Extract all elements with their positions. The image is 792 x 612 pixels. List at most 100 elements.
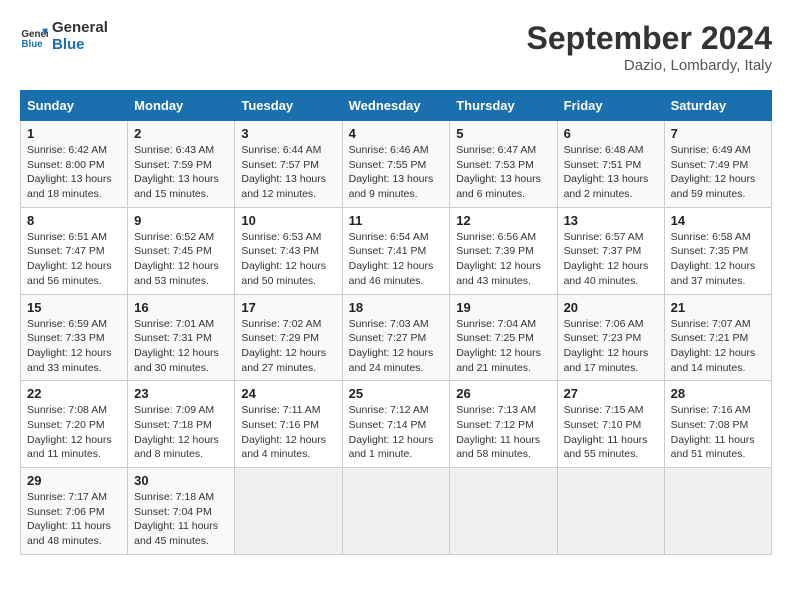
- title-block: September 2024 Dazio, Lombardy, Italy: [527, 20, 772, 74]
- day-number: 13: [564, 213, 658, 228]
- day-number: 10: [241, 213, 335, 228]
- logo-icon: General Blue: [20, 23, 48, 51]
- day-info: Sunrise: 6:58 AM Sunset: 7:35 PM Dayligh…: [671, 230, 765, 289]
- day-number: 5: [456, 126, 550, 141]
- day-info: Sunrise: 6:57 AM Sunset: 7:37 PM Dayligh…: [564, 230, 658, 289]
- day-number: 6: [564, 126, 658, 141]
- day-number: 8: [27, 213, 121, 228]
- day-number: 15: [27, 300, 121, 315]
- day-number: 7: [671, 126, 765, 141]
- day-info: Sunrise: 7:11 AM Sunset: 7:16 PM Dayligh…: [241, 403, 335, 462]
- calendar-body: 1 Sunrise: 6:42 AM Sunset: 8:00 PM Daylig…: [21, 121, 772, 555]
- calendar-week-4: 22Sunrise: 7:08 AM Sunset: 7:20 PM Dayli…: [21, 381, 772, 468]
- day-info: Sunrise: 6:47 AM Sunset: 7:53 PM Dayligh…: [456, 143, 550, 202]
- day-info: Sunrise: 6:43 AM Sunset: 7:59 PM Dayligh…: [134, 143, 228, 202]
- calendar-cell: 6 Sunrise: 6:48 AM Sunset: 7:51 PM Daylig…: [557, 121, 664, 208]
- day-info: Sunrise: 7:15 AM Sunset: 7:10 PM Dayligh…: [564, 403, 658, 462]
- calendar-cell: 2 Sunrise: 6:43 AM Sunset: 7:59 PM Daylig…: [128, 121, 235, 208]
- calendar-cell: 27 Sunrise: 7:15 AM Sunset: 7:10 PM Dayli…: [557, 381, 664, 468]
- day-info: Sunrise: 7:01 AM Sunset: 7:31 PM Dayligh…: [134, 317, 228, 376]
- calendar-week-5: 29 Sunrise: 7:17 AM Sunset: 7:06 PM Dayli…: [21, 468, 772, 555]
- day-number: 29: [27, 473, 121, 488]
- day-number: 2: [134, 126, 228, 141]
- calendar-cell: 26 Sunrise: 7:13 AM Sunset: 7:12 PM Dayli…: [450, 381, 557, 468]
- calendar-cell: 7 Sunrise: 6:49 AM Sunset: 7:49 PM Daylig…: [664, 121, 771, 208]
- calendar-cell: 14 Sunrise: 6:58 AM Sunset: 7:35 PM Dayli…: [664, 207, 771, 294]
- day-number: 11: [349, 213, 444, 228]
- calendar-cell: 9Sunrise: 6:52 AM Sunset: 7:45 PM Daylig…: [128, 207, 235, 294]
- day-info: Sunrise: 7:07 AM Sunset: 7:21 PM Dayligh…: [671, 317, 765, 376]
- day-number: 20: [564, 300, 658, 315]
- day-number: 27: [564, 386, 658, 401]
- calendar-cell: 1 Sunrise: 6:42 AM Sunset: 8:00 PM Daylig…: [21, 121, 128, 208]
- calendar-cell: 12Sunrise: 6:56 AM Sunset: 7:39 PM Dayli…: [450, 207, 557, 294]
- day-number: 24: [241, 386, 335, 401]
- calendar-header-row: SundayMondayTuesdayWednesdayThursdayFrid…: [21, 91, 772, 121]
- logo-line2: Blue: [52, 37, 108, 54]
- day-number: 21: [671, 300, 765, 315]
- day-info: Sunrise: 6:54 AM Sunset: 7:41 PM Dayligh…: [349, 230, 444, 289]
- day-number: 18: [349, 300, 444, 315]
- day-info: Sunrise: 6:53 AM Sunset: 7:43 PM Dayligh…: [241, 230, 335, 289]
- calendar-cell: [450, 468, 557, 555]
- day-number: 3: [241, 126, 335, 141]
- weekday-header-wednesday: Wednesday: [342, 91, 450, 121]
- day-info: Sunrise: 7:09 AM Sunset: 7:18 PM Dayligh…: [134, 403, 228, 462]
- day-info: Sunrise: 6:49 AM Sunset: 7:49 PM Dayligh…: [671, 143, 765, 202]
- day-info: Sunrise: 6:42 AM Sunset: 8:00 PM Dayligh…: [27, 143, 121, 202]
- day-info: Sunrise: 7:04 AM Sunset: 7:25 PM Dayligh…: [456, 317, 550, 376]
- weekday-header-thursday: Thursday: [450, 91, 557, 121]
- day-info: Sunrise: 6:46 AM Sunset: 7:55 PM Dayligh…: [349, 143, 444, 202]
- day-info: Sunrise: 7:13 AM Sunset: 7:12 PM Dayligh…: [456, 403, 550, 462]
- day-info: Sunrise: 6:59 AM Sunset: 7:33 PM Dayligh…: [27, 317, 121, 376]
- calendar-cell: 17 Sunrise: 7:02 AM Sunset: 7:29 PM Dayli…: [235, 294, 342, 381]
- calendar-week-2: 8 Sunrise: 6:51 AM Sunset: 7:47 PM Daylig…: [21, 207, 772, 294]
- day-number: 17: [241, 300, 335, 315]
- calendar-cell: [235, 468, 342, 555]
- logo-line1: General: [52, 20, 108, 37]
- day-number: 16: [134, 300, 228, 315]
- calendar-cell: 22Sunrise: 7:08 AM Sunset: 7:20 PM Dayli…: [21, 381, 128, 468]
- day-info: Sunrise: 7:17 AM Sunset: 7:06 PM Dayligh…: [27, 490, 121, 549]
- calendar-cell: 18 Sunrise: 7:03 AM Sunset: 7:27 PM Dayli…: [342, 294, 450, 381]
- day-number: 9: [134, 213, 228, 228]
- calendar-cell: 29 Sunrise: 7:17 AM Sunset: 7:06 PM Dayli…: [21, 468, 128, 555]
- day-number: 12: [456, 213, 550, 228]
- calendar-cell: [557, 468, 664, 555]
- day-number: 23: [134, 386, 228, 401]
- calendar-cell: 13 Sunrise: 6:57 AM Sunset: 7:37 PM Dayli…: [557, 207, 664, 294]
- day-number: 26: [456, 386, 550, 401]
- calendar-cell: 15 Sunrise: 6:59 AM Sunset: 7:33 PM Dayli…: [21, 294, 128, 381]
- calendar-cell: 24 Sunrise: 7:11 AM Sunset: 7:16 PM Dayli…: [235, 381, 342, 468]
- day-info: Sunrise: 7:02 AM Sunset: 7:29 PM Dayligh…: [241, 317, 335, 376]
- location: Dazio, Lombardy, Italy: [527, 57, 772, 74]
- calendar-cell: 4 Sunrise: 6:46 AM Sunset: 7:55 PM Daylig…: [342, 121, 450, 208]
- calendar-cell: 8 Sunrise: 6:51 AM Sunset: 7:47 PM Daylig…: [21, 207, 128, 294]
- calendar-cell: [342, 468, 450, 555]
- page-header: General Blue General Blue September 2024…: [20, 20, 772, 74]
- day-number: 28: [671, 386, 765, 401]
- calendar-cell: 16 Sunrise: 7:01 AM Sunset: 7:31 PM Dayli…: [128, 294, 235, 381]
- month-title: September 2024: [527, 20, 772, 57]
- logo: General Blue General Blue: [20, 20, 108, 53]
- calendar-cell: 21 Sunrise: 7:07 AM Sunset: 7:21 PM Dayli…: [664, 294, 771, 381]
- calendar-table: SundayMondayTuesdayWednesdayThursdayFrid…: [20, 90, 772, 555]
- weekday-header-sunday: Sunday: [21, 91, 128, 121]
- day-info: Sunrise: 7:06 AM Sunset: 7:23 PM Dayligh…: [564, 317, 658, 376]
- calendar-cell: 10 Sunrise: 6:53 AM Sunset: 7:43 PM Dayli…: [235, 207, 342, 294]
- day-number: 4: [349, 126, 444, 141]
- weekday-header-monday: Monday: [128, 91, 235, 121]
- day-info: Sunrise: 6:48 AM Sunset: 7:51 PM Dayligh…: [564, 143, 658, 202]
- day-info: Sunrise: 6:51 AM Sunset: 7:47 PM Dayligh…: [27, 230, 121, 289]
- day-number: 30: [134, 473, 228, 488]
- day-number: 14: [671, 213, 765, 228]
- day-info: Sunrise: 7:03 AM Sunset: 7:27 PM Dayligh…: [349, 317, 444, 376]
- day-info: Sunrise: 7:12 AM Sunset: 7:14 PM Dayligh…: [349, 403, 444, 462]
- day-info: Sunrise: 7:16 AM Sunset: 7:08 PM Dayligh…: [671, 403, 765, 462]
- calendar-cell: 19Sunrise: 7:04 AM Sunset: 7:25 PM Dayli…: [450, 294, 557, 381]
- svg-text:Blue: Blue: [21, 38, 43, 49]
- calendar-cell: 28 Sunrise: 7:16 AM Sunset: 7:08 PM Dayli…: [664, 381, 771, 468]
- calendar-cell: [664, 468, 771, 555]
- day-number: 1: [27, 126, 121, 141]
- calendar-week-1: 1 Sunrise: 6:42 AM Sunset: 8:00 PM Daylig…: [21, 121, 772, 208]
